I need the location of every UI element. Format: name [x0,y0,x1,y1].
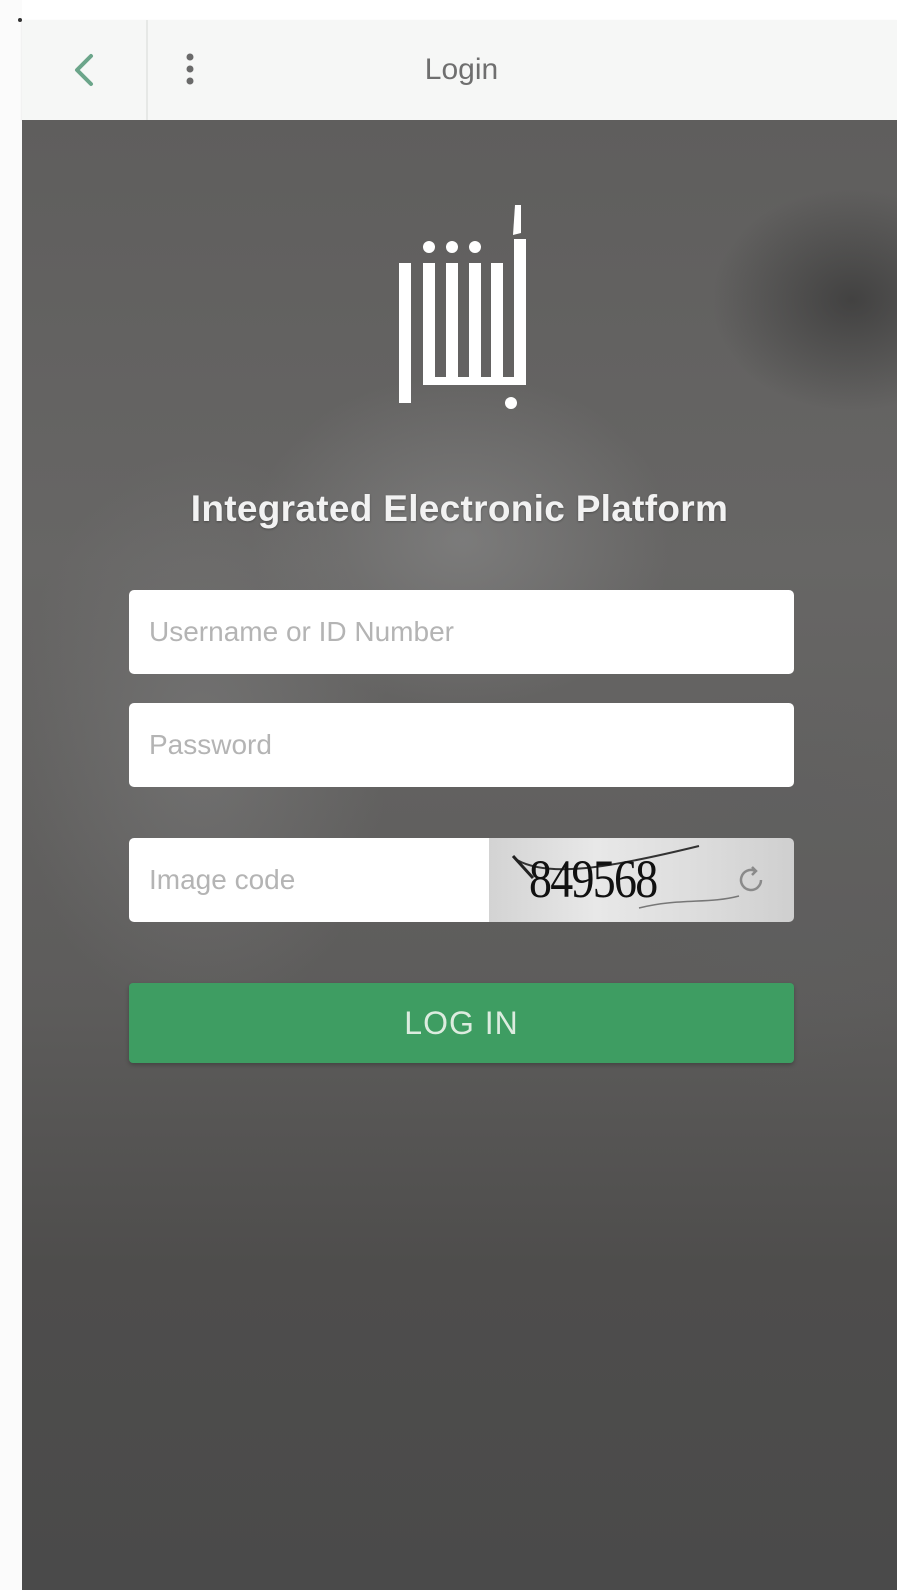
refresh-icon [739,866,763,892]
password-input[interactable] [129,703,794,787]
more-vertical-icon [186,53,194,85]
captcha-image: 849568 [489,838,794,922]
refresh-captcha-button[interactable] [727,856,775,904]
username-input[interactable] [129,590,794,674]
page-title-text: Login [424,53,499,86]
back-button[interactable] [22,20,148,120]
image-code-input[interactable] [129,838,489,922]
login-button[interactable]: LOG IN [129,983,794,1063]
absher-logo [399,205,526,409]
app-bar: Login [22,20,897,120]
left-edge-strip [0,0,22,1590]
login-content: Integrated Electronic Platform 849568 LO… [22,120,897,1590]
page-title: Login [22,20,897,120]
captcha-code: 849568 [529,849,658,909]
chevron-left-icon [75,54,93,86]
login-screen: Login Integrated Electronic Platform Use… [0,0,897,1590]
overflow-menu-button[interactable] [160,20,220,120]
platform-title: Integrated Electronic Platform [190,488,729,529]
